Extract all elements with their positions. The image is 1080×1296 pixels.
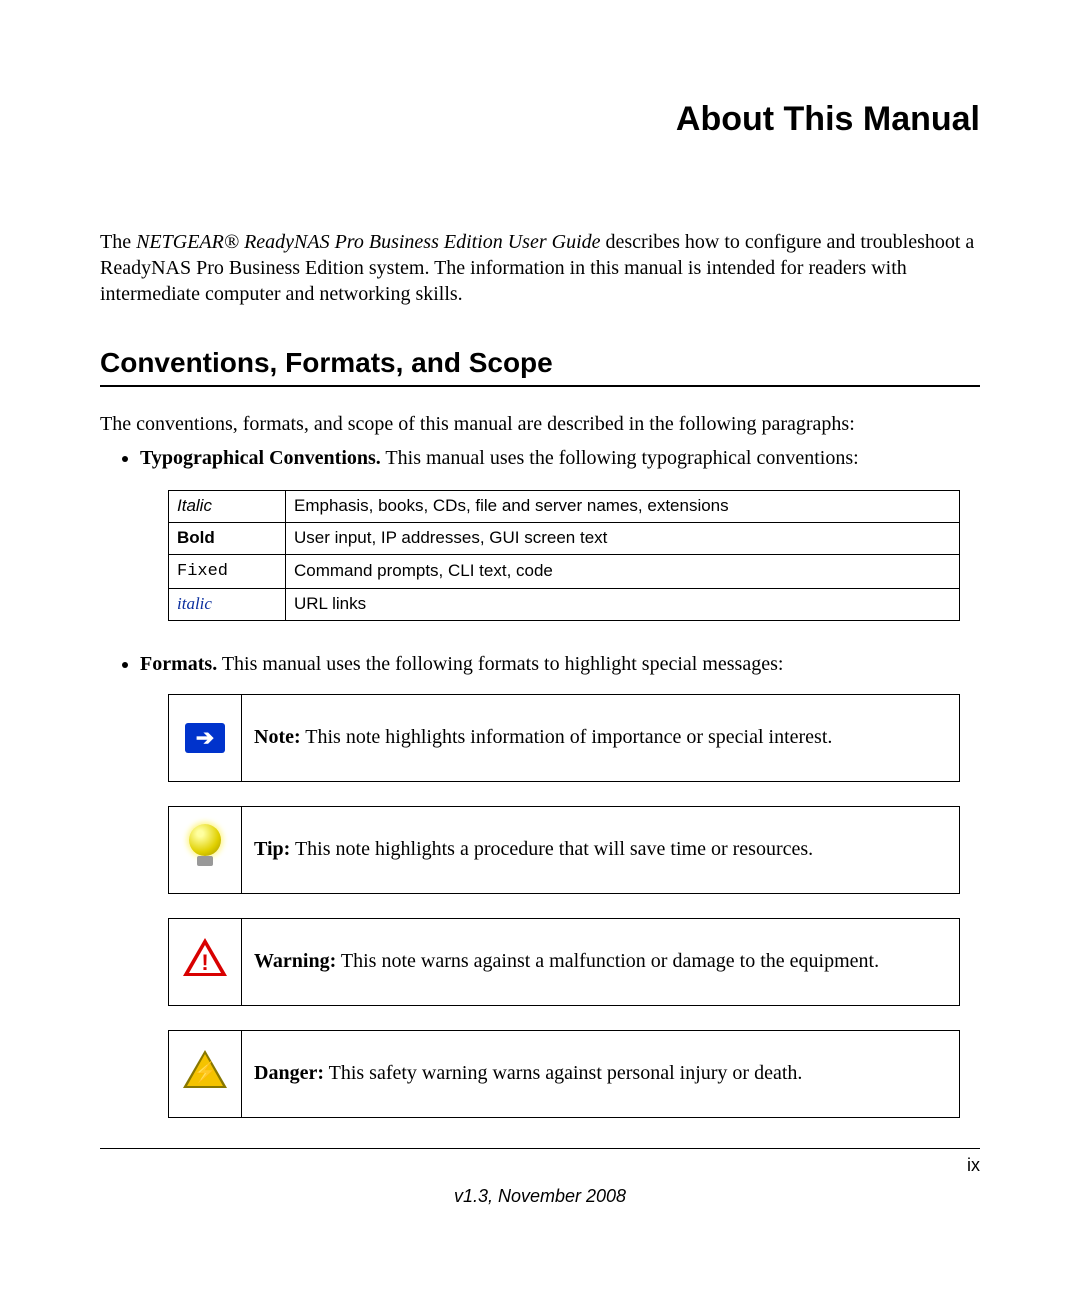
page-content: About This Manual The NETGEAR® ReadyNAS … <box>0 0 1080 1247</box>
table-row: Italic Emphasis, books, CDs, file and se… <box>169 491 960 523</box>
danger-text-cell: Danger: This safety warning warns agains… <box>242 1030 960 1117</box>
table-row: Bold User input, IP addresses, GUI scree… <box>169 522 960 554</box>
note-text: This note highlights information of impo… <box>301 726 833 748</box>
tip-callout: Tip: This note highlights a procedure th… <box>168 806 960 894</box>
intro-paragraph: The NETGEAR® ReadyNAS Pro Business Editi… <box>100 229 980 307</box>
warning-text: This note warns against a malfunction or… <box>336 950 879 972</box>
danger-icon-cell: ⚡ <box>169 1030 242 1117</box>
table-row: italic URL links <box>169 588 960 620</box>
note-label: Note: <box>254 726 301 748</box>
formats-text: This manual uses the following formats t… <box>217 653 783 675</box>
typographical-text: This manual uses the following typograph… <box>381 447 859 469</box>
bullet-typographical: Typographical Conventions. This manual u… <box>140 445 980 621</box>
note-text-cell: Note: This note highlights information o… <box>242 694 960 781</box>
conv-desc: Command prompts, CLI text, code <box>286 554 960 588</box>
conv-desc: Emphasis, books, CDs, file and server na… <box>286 491 960 523</box>
tip-text: This note highlights a procedure that wi… <box>290 838 813 860</box>
typographical-label: Typographical Conventions. <box>140 447 381 469</box>
formats-label: Formats. <box>140 653 217 675</box>
warning-callout: ! Warning: This note warns against a mal… <box>168 918 960 1006</box>
conv-desc: URL links <box>286 588 960 620</box>
conv-label: Fixed <box>177 562 228 581</box>
conv-label: Italic <box>177 496 212 515</box>
danger-label: Danger: <box>254 1062 324 1084</box>
conventions-intro: The conventions, formats, and scope of t… <box>100 411 980 437</box>
note-callout: ➔ Note: This note highlights information… <box>168 694 960 782</box>
conv-label: italic <box>177 594 212 613</box>
warning-icon-cell: ! <box>169 918 242 1005</box>
warning-triangle-icon: ! <box>183 938 227 978</box>
conv-label: Bold <box>177 528 215 547</box>
tip-label: Tip: <box>254 838 290 860</box>
table-row: Fixed Command prompts, CLI text, code <box>169 554 960 588</box>
intro-pre: The <box>100 231 136 253</box>
page-title: About This Manual <box>100 100 980 139</box>
conventions-table: Italic Emphasis, books, CDs, file and se… <box>168 490 960 621</box>
version-footer: v1.3, November 2008 <box>100 1186 980 1207</box>
bullet-formats: Formats. This manual uses the following … <box>140 651 980 1118</box>
arrow-icon: ➔ <box>185 723 225 753</box>
warning-label: Warning: <box>254 950 336 972</box>
tip-text-cell: Tip: This note highlights a procedure th… <box>242 806 960 893</box>
danger-callout: ⚡ Danger: This safety warning warns agai… <box>168 1030 960 1118</box>
conv-desc: User input, IP addresses, GUI screen tex… <box>286 522 960 554</box>
intro-emphasis: NETGEAR® ReadyNAS Pro Business Edition U… <box>136 231 600 253</box>
note-icon-cell: ➔ <box>169 694 242 781</box>
danger-text: This safety warning warns against person… <box>324 1062 802 1084</box>
danger-triangle-icon: ⚡ <box>183 1050 227 1090</box>
bullet-list: Typographical Conventions. This manual u… <box>100 445 980 1118</box>
lightbulb-icon <box>183 816 227 876</box>
warning-text-cell: Warning: This note warns against a malfu… <box>242 918 960 1005</box>
section-heading: Conventions, Formats, and Scope <box>100 347 980 387</box>
footer-rule <box>100 1148 980 1149</box>
tip-icon-cell <box>169 806 242 893</box>
page-number: ix <box>100 1155 980 1176</box>
